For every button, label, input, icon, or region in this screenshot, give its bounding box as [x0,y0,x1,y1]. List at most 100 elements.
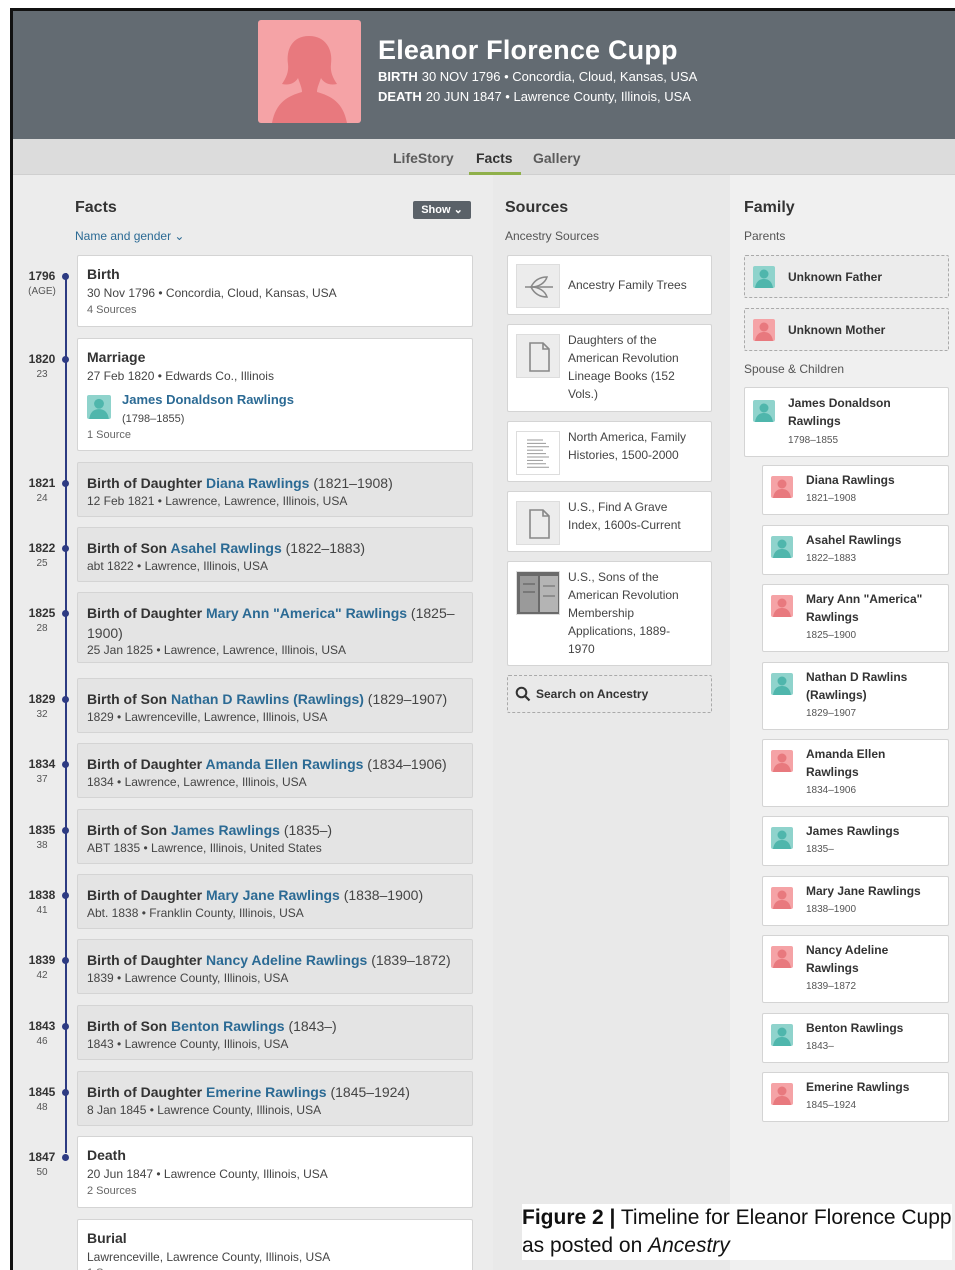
child-birth-fact-card[interactable]: Birth of Daughter Nancy Adeline Rawlings… [77,939,473,994]
fact-sources-link[interactable]: 2 Sources [87,1185,137,1197]
child-name-link[interactable]: Mary Jane Rawlings [206,887,340,903]
father-name: Unknown Father [788,270,883,284]
child-name-link[interactable]: Emerine Rawlings [206,1084,327,1100]
fact-type: Birth of Daughter [87,1084,206,1100]
fact-sources-link[interactable]: 4 Sources [87,304,137,316]
child-card[interactable]: Mary Jane Rawlings 1838–1900 [762,876,949,926]
source-card[interactable]: U.S., Find A Grave Index, 1600s-Current [507,491,712,552]
figure-caption: Figure 2 | Timeline for Eleanor Florence… [522,1204,952,1260]
child-card[interactable]: Diana Rawlings 1821–1908 [762,465,949,515]
male-person-icon [771,827,793,849]
fact-type: Birth of Daughter [87,756,206,772]
source-card[interactable]: North America, Family Histories, 1500-200… [507,421,712,482]
source-card[interactable]: Daughters of the American Revolution Linea… [507,324,712,412]
spouse-name-link[interactable]: James Donaldson Rawlings [122,392,294,407]
child-years: (1835–) [279,822,333,838]
birth-value: 30 NOV 1796 • Concordia, Cloud, Kansas, … [421,69,698,84]
timeline-year: 1843 [28,1019,56,1033]
child-card[interactable]: Nancy Adeline Rawlings 1839–1872 [762,935,949,1003]
child-name-link[interactable]: Benton Rawlings [171,1018,285,1034]
caption-italic: Ancestry [648,1234,730,1257]
child-birth-fact-card[interactable]: Birth of Daughter Amanda Ellen Rawlings … [77,743,473,798]
fact-detail: Lawrenceville, Lawrence County, Illinois… [87,1250,331,1264]
timeline-year: 1834 [28,757,56,771]
child-birth-fact-card[interactable]: Birth of Son Benton Rawlings (1843–) 1843… [77,1005,473,1060]
child-name: Asahel Rawlings [806,533,902,547]
tab-gallery[interactable]: Gallery [533,150,580,166]
child-birth-fact-card[interactable]: Birth of Daughter Mary Ann "America" Raw… [77,592,473,663]
fact-card-burial[interactable]: Burial Lawrenceville, Lawrence County, Il… [77,1219,473,1270]
fact-sources-link[interactable]: 1 Source [87,429,131,441]
timeline-age: 37 [36,774,48,785]
ancestry-profile-page: Eleanor Florence Cupp BIRTH 30 NOV 1796 •… [10,8,955,1270]
child-name-link[interactable]: Mary Ann "America" Rawlings [206,605,407,621]
male-person-icon [771,1024,793,1046]
fact-title: Birth of Son James Rawlings (1835–) [87,820,467,840]
person-name: Eleanor Florence Cupp [378,35,678,65]
tab-facts[interactable]: Facts [476,150,513,166]
child-name-link[interactable]: Asahel Rawlings [170,540,281,556]
child-name-link[interactable]: Nancy Adeline Rawlings [206,952,367,968]
female-silhouette-icon [272,36,347,123]
timeline-age: 28 [36,623,48,634]
timeline-age: 25 [36,558,48,569]
female-person-icon [771,946,793,968]
child-name-link[interactable]: Diana Rawlings [206,475,309,491]
child-card[interactable]: Asahel Rawlings 1822–1883 [762,525,949,575]
child-card[interactable]: Benton Rawlings 1843– [762,1013,949,1063]
child-name: Rawlings [806,961,859,975]
child-birth-fact-card[interactable]: Birth of Son Nathan D Rawlins (Rawlings)… [77,678,473,733]
child-name-link[interactable]: Nathan D Rawlins (Rawlings) [171,691,364,707]
timeline-dot [62,610,69,617]
show-button[interactable]: Show ⌄ [413,201,471,219]
child-card[interactable]: James Rawlings 1835– [762,816,949,866]
child-birth-fact-card[interactable]: Birth of Son Asahel Rawlings (1822–1883)… [77,527,473,582]
child-name: Diana Rawlings [806,473,895,487]
fact-type: Birth of Son [87,822,171,838]
timeline-dot [62,696,69,703]
child-years: (1845–1924) [326,1084,410,1100]
child-birth-fact-card[interactable]: Birth of Daughter Emerine Rawlings (1845… [77,1071,473,1126]
fact-detail: 1843 • Lawrence County, Illinois, USA [87,1037,289,1051]
child-years: 1821–1908 [806,493,857,504]
fact-title: Birth of Daughter Amanda Ellen Rawlings … [87,754,467,774]
child-years: 1845–1924 [806,1100,857,1111]
child-card[interactable]: Emerine Rawlings 1845–1924 [762,1072,949,1122]
father-card[interactable]: Unknown Father [744,255,949,298]
page-thumbnail-icon [516,431,560,475]
timeline-year: 1829 [28,692,56,706]
spouse-card[interactable]: James Donaldson Rawlings 1798–1855 [744,387,949,457]
timeline-age: 23 [36,369,48,380]
child-birth-fact-card[interactable]: Birth of Daughter Mary Jane Rawlings (18… [77,874,473,929]
child-card[interactable]: Amanda Ellen Rawlings 1834–1906 [762,739,949,807]
source-title: Daughters of the American Revolution Linea… [568,331,708,403]
spouse-name-line-2: Rawlings [788,414,841,428]
sources-title: Sources [505,199,569,216]
child-card[interactable]: Mary Ann "America" Rawlings 1825–1900 [762,584,949,652]
child-name-link[interactable]: Amanda Ellen Rawlings [205,756,363,772]
child-years: 1843– [806,1041,834,1052]
spouse-and-children-label: Spouse & Children [744,362,845,376]
facts-title: Facts [75,199,117,216]
source-card[interactable]: Ancestry Family Trees [507,255,712,315]
fact-card-marriage[interactable]: Marriage 27 Feb 1820 • Edwards Co., Illin… [77,338,473,451]
fact-card-birth[interactable]: Birth 30 Nov 1796 • Concordia, Cloud, Kan… [77,255,473,327]
male-person-icon [771,673,793,695]
fact-title: Birth of Daughter Diana Rawlings (1821–1… [87,473,467,493]
child-years: 1822–1883 [806,553,857,564]
child-name-link[interactable]: James Rawlings [171,822,280,838]
child-card[interactable]: Nathan D Rawlins (Rawlings) 1829–1907 [762,662,949,730]
profile-avatar-female[interactable] [258,20,361,123]
timeline-year: 1820 [28,352,56,366]
fact-card-death[interactable]: Death 20 Jun 1847 • Lawrence County, Illi… [77,1136,473,1208]
child-years-continued: 1900) [87,625,123,641]
timeline-age: 48 [36,1102,48,1113]
child-birth-fact-card[interactable]: Birth of Son James Rawlings (1835–) ABT 1… [77,809,473,864]
child-birth-fact-card[interactable]: Birth of Daughter Diana Rawlings (1821–1… [77,462,473,517]
tab-lifestory[interactable]: LifeStory [393,150,454,166]
search-on-ancestry-button[interactable]: Search on Ancestry [507,675,712,713]
timeline-year: 1822 [28,541,56,555]
mother-card[interactable]: Unknown Mother [744,308,949,351]
source-card[interactable]: U.S., Sons of the American Revolution Memb… [507,561,712,666]
name-and-gender-filter[interactable]: Name and gender ⌄ [75,229,184,243]
